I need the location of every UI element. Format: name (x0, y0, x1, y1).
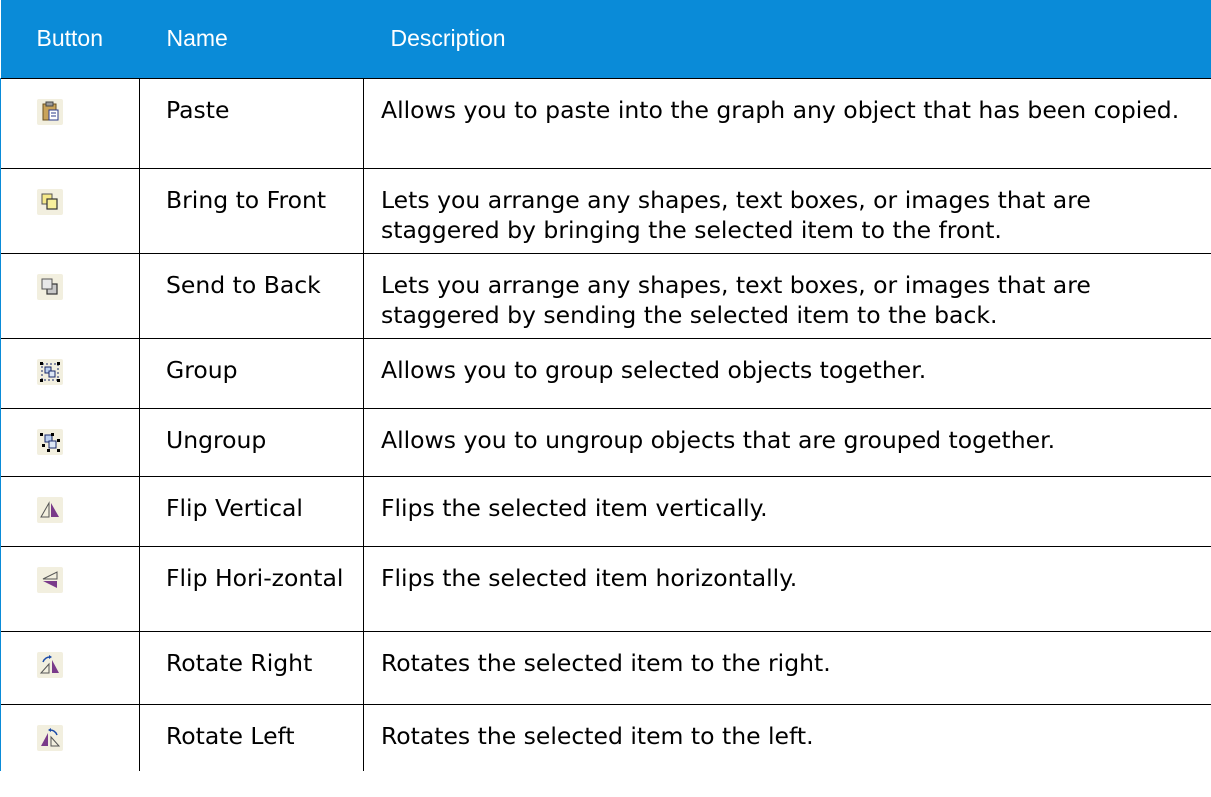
paste-icon (37, 98, 63, 125)
icon-cell (0, 252, 140, 338)
header-row: Button Name Description (0, 0, 1211, 78)
row-description: Allows you to group selected objects tog… (363, 337, 1211, 408)
row-name: Ungroup (139, 407, 364, 476)
rotate-left-icon (37, 724, 63, 751)
row-description: Lets you arrange any shapes, text boxes,… (363, 167, 1211, 253)
table-row: Bring to Front Lets you arrange any shap… (0, 167, 1211, 253)
row-description: Rotates the selected item to the right. (363, 630, 1211, 704)
icon-cell (0, 337, 140, 408)
button-reference-table-container: Button Name Description Paste Allows you… (0, 0, 1211, 771)
row-description: Flips the selected item horizontally. (363, 545, 1211, 631)
table-row: Flip Hori-zontal Flips the selected item… (0, 545, 1211, 631)
row-name: Paste (139, 77, 364, 168)
table-row: Rotate Right Rotates the selected item t… (0, 630, 1211, 704)
table-row: Flip Vertical Flips the selected item ve… (0, 475, 1211, 546)
table-header: Button Name Description (0, 0, 1211, 78)
row-name: Send to Back (139, 252, 364, 338)
header-description: Description (390, 25, 506, 52)
group-icon (37, 358, 63, 385)
icon-cell (0, 475, 140, 546)
row-description: Allows you to ungroup objects that are g… (363, 407, 1211, 476)
icon-cell (0, 630, 140, 704)
table-body: Paste Allows you to paste into the graph… (0, 77, 1211, 771)
row-name: Rotate Left (139, 703, 364, 771)
rotate-right-icon (37, 651, 63, 678)
icon-cell (0, 545, 140, 631)
header-name: Name (166, 25, 228, 52)
send-to-back-icon (37, 273, 63, 300)
ungroup-icon (37, 428, 63, 455)
icon-cell (0, 167, 140, 253)
row-name: Bring to Front (139, 167, 364, 253)
row-name: Group (139, 337, 364, 408)
table-row: Paste Allows you to paste into the graph… (0, 77, 1211, 168)
row-description: Allows you to paste into the graph any o… (363, 77, 1211, 168)
row-description: Flips the selected item vertically. (363, 475, 1211, 546)
table-row: Ungroup Allows you to ungroup objects th… (0, 407, 1211, 476)
button-reference-table: Button Name Description Paste Allows you… (0, 0, 1211, 771)
row-name: Flip Hori-zontal (139, 545, 364, 631)
table-row: Group Allows you to group selected objec… (0, 337, 1211, 408)
flip-vertical-icon (37, 496, 63, 523)
bring-to-front-icon (37, 188, 63, 215)
icon-cell (0, 407, 140, 476)
row-name: Rotate Right (139, 630, 364, 704)
table-row: Rotate Left Rotates the selected item to… (0, 703, 1211, 771)
header-button: Button (36, 25, 104, 52)
flip-horizontal-icon (37, 566, 63, 593)
row-description: Lets you arrange any shapes, text boxes,… (363, 252, 1211, 338)
icon-cell (0, 77, 140, 168)
icon-cell (0, 703, 140, 771)
table-row: Send to Back Lets you arrange any shapes… (0, 252, 1211, 338)
row-name: Flip Vertical (139, 475, 364, 546)
row-description: Rotates the selected item to the left. (363, 703, 1211, 771)
